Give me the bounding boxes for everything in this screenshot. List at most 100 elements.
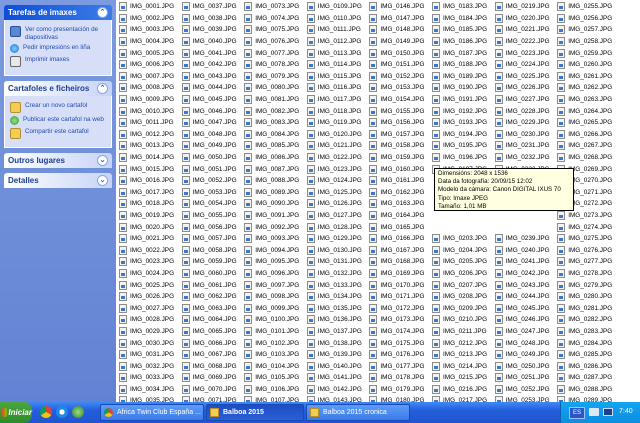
file-item[interactable]: IMG_0268.JPG [557,152,615,164]
file-item[interactable]: IMG_0276.JPG [557,244,615,256]
file-item[interactable]: IMG_0080.JPG [244,82,302,94]
file-item[interactable]: IMG_0069.JPG [181,372,240,384]
file-item[interactable]: IMG_0176.JPG [369,349,427,361]
file-item[interactable]: IMG_0191.JPG [432,94,490,106]
file-item[interactable]: IMG_0204.JPG [432,244,490,256]
file-item[interactable]: IMG_0055.JPG [181,210,240,222]
file-item[interactable]: IMG_0186.JPG [432,36,490,48]
file-item[interactable]: IMG_0185.JPG [432,24,490,36]
file-item[interactable]: IMG_0100.JPG [244,314,302,326]
file-item[interactable]: IMG_0267.JPG [557,140,615,152]
file-item[interactable]: IMG_0211.JPG [432,326,490,338]
file-item[interactable]: IMG_0130.JPG [306,244,365,256]
file-item[interactable]: IMG_0051.JPG [181,163,240,175]
file-item[interactable]: IMG_0172.JPG [369,302,427,314]
file-item[interactable]: IMG_0251.JPG [494,372,553,384]
file-item[interactable]: IMG_0212.JPG [432,337,490,349]
file-item[interactable]: IMG_0213.JPG [432,349,490,361]
expand-icon[interactable]: ⌄ [97,175,108,186]
file-item[interactable]: IMG_0222.JPG [494,36,553,48]
file-item[interactable]: IMG_0214.JPG [432,360,490,372]
publish-web-link[interactable]: Publicar este cartafol na web [10,116,107,125]
file-item[interactable]: IMG_0288.JPG [557,384,615,396]
file-item[interactable]: IMG_0146.JPG [369,1,427,13]
file-item[interactable]: IMG_0110.JPG [306,13,365,25]
file-item[interactable]: IMG_0231.JPG [494,140,553,152]
file-item[interactable]: IMG_0135.JPG [306,302,365,314]
file-item[interactable]: IMG_0077.JPG [244,47,302,59]
file-item[interactable]: IMG_0035.JPG [119,395,177,402]
file-item[interactable]: IMG_0113.JPG [306,47,365,59]
file-item[interactable]: IMG_0068.JPG [181,360,240,372]
media-player-icon[interactable] [72,406,84,418]
file-item[interactable]: IMG_0220.JPG [494,13,553,25]
file-item[interactable]: IMG_0013.JPG [119,140,177,152]
file-item[interactable]: IMG_0165.JPG [369,221,427,233]
file-item[interactable]: IMG_0040.JPG [181,36,240,48]
file-item[interactable]: IMG_0239.JPG [494,233,553,245]
file-item[interactable]: IMG_0196.JPG [432,152,490,164]
file-item[interactable]: IMG_0281.JPG [557,302,615,314]
file-item[interactable]: IMG_0094.JPG [244,244,302,256]
taskbar-button-balboa-2015[interactable]: Balboa 2015 [206,404,304,421]
file-item[interactable]: IMG_0226.JPG [494,82,553,94]
file-item[interactable]: IMG_0059.JPG [181,256,240,268]
file-item[interactable]: IMG_0029.JPG [119,326,177,338]
file-item[interactable]: IMG_0081.JPG [244,94,302,106]
file-item[interactable]: IMG_0279.JPG [557,279,615,291]
file-item[interactable]: IMG_0117.JPG [306,94,365,106]
file-item[interactable]: IMG_0022.JPG [119,244,177,256]
file-item[interactable]: IMG_0216.JPG [432,384,490,396]
file-item[interactable]: IMG_0246.JPG [494,314,553,326]
file-item[interactable]: IMG_0078.JPG [244,59,302,71]
file-item[interactable]: IMG_0155.JPG [369,105,427,117]
file-item[interactable]: IMG_0060.JPG [181,268,240,280]
file-item[interactable]: IMG_0174.JPG [369,326,427,338]
file-item[interactable]: IMG_0014.JPG [119,152,177,164]
keyboard-icon[interactable] [589,408,599,416]
new-folder-link[interactable]: Crear un novo cartafol [10,102,107,113]
file-item[interactable]: IMG_0206.JPG [432,268,490,280]
file-item[interactable]: IMG_0093.JPG [244,233,302,245]
file-item[interactable]: IMG_0118.JPG [306,105,365,117]
file-item[interactable]: IMG_0227.JPG [494,94,553,106]
file-item[interactable]: IMG_0075.JPG [244,24,302,36]
file-item[interactable]: IMG_0106.JPG [244,384,302,396]
file-item[interactable]: IMG_0255.JPG [557,1,615,13]
folder-tasks-header[interactable]: Cartafoles e ficheiros ⌃ [4,81,112,96]
file-item[interactable]: IMG_0228.JPG [494,105,553,117]
file-item[interactable]: IMG_0034.JPG [119,384,177,396]
file-item[interactable]: IMG_0264.JPG [557,105,615,117]
file-item[interactable]: IMG_0053.JPG [181,187,240,199]
file-item[interactable]: IMG_0027.JPG [119,302,177,314]
file-item[interactable]: IMG_0158.JPG [369,140,427,152]
file-item[interactable]: IMG_0229.JPG [494,117,553,129]
file-item[interactable]: IMG_0133.JPG [306,279,365,291]
file-item[interactable]: IMG_0195.JPG [432,140,490,152]
file-item[interactable]: IMG_0065.JPG [181,326,240,338]
file-item[interactable]: IMG_0148.JPG [369,24,427,36]
file-item[interactable]: IMG_0252.JPG [494,384,553,396]
file-item[interactable]: IMG_0154.JPG [369,94,427,106]
file-item[interactable]: IMG_0018.JPG [119,198,177,210]
file-item[interactable]: IMG_0190.JPG [432,82,490,94]
file-item[interactable]: IMG_0017.JPG [119,187,177,199]
file-item[interactable]: IMG_0192.JPG [432,105,490,117]
file-item[interactable]: IMG_0037.JPG [181,1,240,13]
slideshow-link[interactable]: Ver como presentación de diapositivas [10,26,107,41]
file-item[interactable]: IMG_0049.JPG [181,140,240,152]
file-item[interactable]: IMG_0007.JPG [119,71,177,83]
image-tasks-header[interactable]: Tarefas de imaxes ⌃ [4,5,112,20]
file-item[interactable]: IMG_0244.JPG [494,291,553,303]
file-item[interactable]: IMG_0122.JPG [306,152,365,164]
file-item[interactable]: IMG_0112.JPG [306,36,365,48]
file-item[interactable]: IMG_0031.JPG [119,349,177,361]
file-item[interactable]: IMG_0163.JPG [369,198,427,210]
file-item[interactable]: IMG_0028.JPG [119,314,177,326]
file-item[interactable]: IMG_0114.JPG [306,59,365,71]
file-item[interactable]: IMG_0284.JPG [557,337,615,349]
file-item[interactable]: IMG_0032.JPG [119,360,177,372]
file-item[interactable]: IMG_0101.JPG [244,326,302,338]
file-item[interactable]: IMG_0286.JPG [557,360,615,372]
file-item[interactable]: IMG_0090.JPG [244,198,302,210]
